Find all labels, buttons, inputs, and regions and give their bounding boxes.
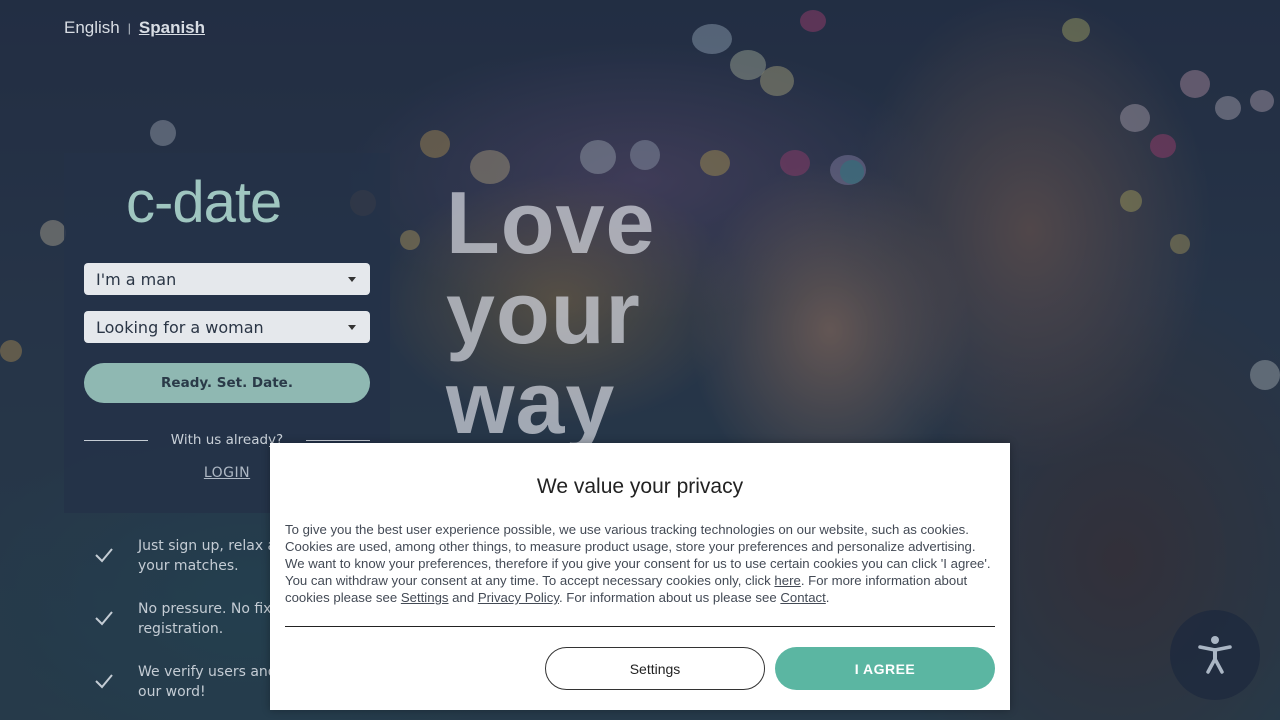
feature-item: Just sign up, relax a your matches. xyxy=(94,536,276,574)
hero-line: your xyxy=(446,263,641,362)
language-separator: | xyxy=(127,21,131,35)
cookie-divider xyxy=(285,626,995,627)
i-agree-button[interactable]: I AGREE xyxy=(775,647,995,690)
check-icon xyxy=(95,611,113,626)
check-icon xyxy=(95,674,113,689)
contact-link[interactable]: Contact xyxy=(780,590,825,605)
caret-down-icon xyxy=(348,325,356,330)
ready-set-date-button[interactable]: Ready. Set. Date. xyxy=(84,363,370,403)
privacy-policy-link[interactable]: Privacy Policy xyxy=(478,590,559,605)
language-spanish-link[interactable]: Spanish xyxy=(139,18,205,38)
hero-line: way xyxy=(446,353,616,452)
settings-link[interactable]: Settings xyxy=(401,590,449,605)
cookie-text: and xyxy=(448,590,478,605)
cookie-dialog-text: To give you the best user experience pos… xyxy=(285,521,997,606)
gender-select[interactable]: I'm a man xyxy=(84,263,370,295)
language-english-link[interactable]: English xyxy=(64,18,120,38)
seeking-select[interactable]: Looking for a woman xyxy=(84,311,370,343)
gender-select-value: I'm a man xyxy=(96,269,177,289)
seeking-select-value: Looking for a woman xyxy=(96,317,264,337)
accessibility-icon xyxy=(1198,636,1232,674)
c-date-logo[interactable]: c-date xyxy=(126,169,282,236)
cookie-text: . For information about us please see xyxy=(558,590,781,605)
accessibility-button[interactable] xyxy=(1170,610,1260,700)
feature-item: No pressure. No fix registration. xyxy=(94,599,271,637)
here-link[interactable]: here xyxy=(774,573,800,588)
caret-down-icon xyxy=(348,277,356,282)
cookie-settings-button[interactable]: Settings xyxy=(545,647,765,690)
check-icon xyxy=(95,548,113,563)
cookie-consent-dialog: We value your privacy To give you the be… xyxy=(270,443,1010,710)
cookie-text: . xyxy=(825,590,830,605)
cookie-dialog-title: We value your privacy xyxy=(536,475,744,498)
hero-headline: Love your way xyxy=(446,178,655,448)
feature-item: We verify users and our word! xyxy=(94,662,277,700)
hero-line: Love xyxy=(446,173,656,272)
language-switcher: English | Spanish xyxy=(64,18,205,38)
